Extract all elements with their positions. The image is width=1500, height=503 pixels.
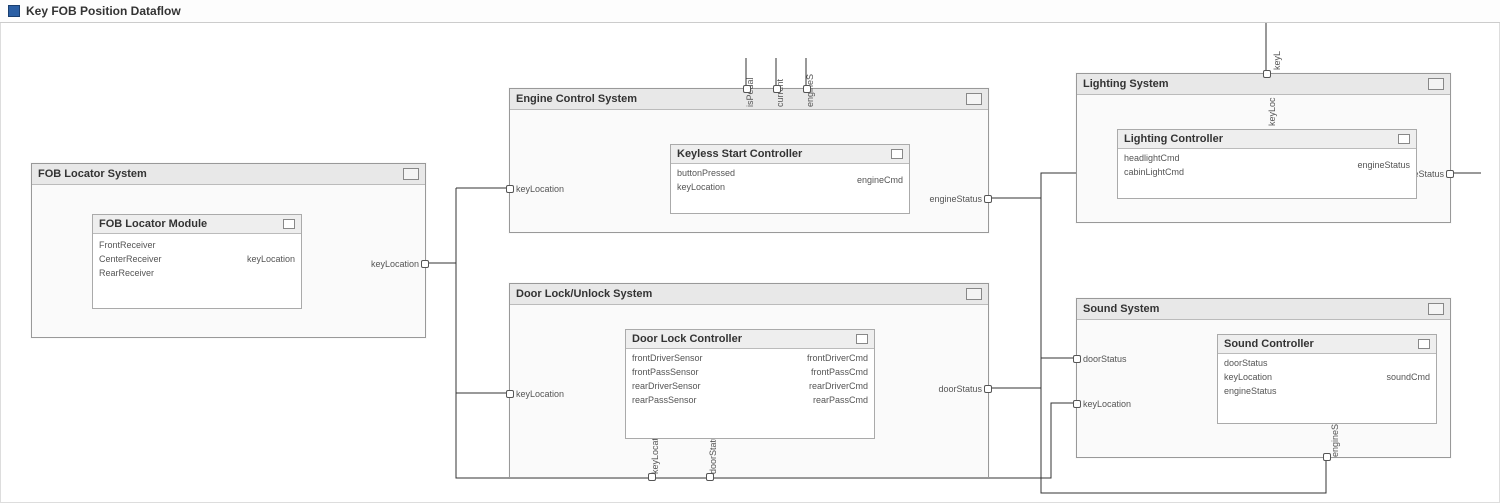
inner-header: Sound Controller [1218, 335, 1436, 354]
inner-title: Sound Controller [1224, 338, 1314, 350]
port-marker [773, 85, 781, 93]
port: buttonPressed [671, 166, 741, 180]
port: keyLocation [1083, 399, 1131, 409]
port: engineStatus [929, 194, 982, 204]
note-icon [283, 219, 295, 229]
inner-title: Door Lock Controller [632, 333, 742, 345]
title-bar: Key FOB Position Dataflow [0, 0, 1500, 23]
inner-title: Lighting Controller [1124, 133, 1223, 145]
block-header: Sound System [1077, 299, 1450, 320]
port: rearDriverCmd [801, 379, 874, 393]
fob-locator-system[interactable]: FOB Locator System FOB Locator Module Fr… [31, 163, 426, 338]
outputs-list: frontDriverCmd frontPassCmd rearDriverCm… [801, 351, 874, 407]
port-marker [1073, 400, 1081, 408]
diagram-icon [8, 5, 20, 17]
port-marker [648, 473, 656, 481]
inputs-list: doorStatus keyLocation engineStatus [1218, 356, 1283, 398]
sound-system[interactable]: Sound System doorStatus keyLocation engi… [1076, 298, 1451, 458]
note-icon [856, 334, 868, 344]
port-marker [803, 85, 811, 93]
inner-header: Lighting Controller [1118, 130, 1416, 149]
package-icon [966, 288, 982, 300]
port: cabinLightCmd [1118, 165, 1190, 179]
port: keyLocation [671, 180, 741, 194]
inputs-list: headlightCmd cabinLightCmd [1118, 151, 1190, 179]
diagram-title: Key FOB Position Dataflow [26, 4, 181, 18]
package-icon [966, 93, 982, 105]
outputs-list: soundCmd [1380, 370, 1436, 384]
lighting-controller[interactable]: Lighting Controller headlightCmd cabinLi… [1117, 129, 1417, 199]
port: frontPassSensor [626, 365, 709, 379]
port: keyLocation [516, 184, 564, 194]
keyless-start-controller[interactable]: Keyless Start Controller buttonPressed k… [670, 144, 910, 214]
port-marker [1073, 355, 1081, 363]
port-marker [1323, 453, 1331, 461]
port: frontPassCmd [801, 365, 874, 379]
port: rearPassSensor [626, 393, 709, 407]
port: doorStatus [1083, 354, 1127, 364]
block-header: Door Lock/Unlock System [510, 284, 988, 305]
port: rearDriverSensor [626, 379, 709, 393]
block-title: Door Lock/Unlock System [516, 288, 652, 300]
port-marker [743, 85, 751, 93]
port: engineStatus [1218, 384, 1283, 398]
port: frontDriverCmd [801, 351, 874, 365]
inner-header: Keyless Start Controller [671, 145, 909, 164]
port: keyLoc [1267, 97, 1277, 126]
port: CenterReceiver [93, 252, 168, 266]
inner-title: FOB Locator Module [99, 218, 207, 230]
note-icon [1398, 134, 1410, 144]
outputs-list: engineCmd [851, 173, 909, 187]
port: FrontReceiver [93, 238, 168, 252]
lighting-system[interactable]: Lighting System keyL keyLoc engineStatus… [1076, 73, 1451, 223]
diagram-canvas[interactable]: FOB Locator System FOB Locator Module Fr… [0, 23, 1500, 503]
sound-controller[interactable]: Sound Controller doorStatus keyLocation … [1217, 334, 1437, 424]
block-title: Sound System [1083, 303, 1159, 315]
system-output-port: keyLocation [371, 259, 419, 269]
port-marker [506, 185, 514, 193]
port: keyL [1272, 51, 1282, 70]
block-title: FOB Locator System [38, 168, 147, 180]
inner-title: Keyless Start Controller [677, 148, 802, 160]
port-marker [506, 390, 514, 398]
inputs-list: buttonPressed keyLocation [671, 166, 741, 194]
block-header: FOB Locator System [32, 164, 425, 185]
block-title: Engine Control System [516, 93, 637, 105]
port: RearReceiver [93, 266, 168, 280]
port: keyLocation [516, 389, 564, 399]
port: frontDriverSensor [626, 351, 709, 365]
inputs-list: frontDriverSensor frontPassSensor rearDr… [626, 351, 709, 407]
port: headlightCmd [1118, 151, 1190, 165]
port-marker [1446, 170, 1454, 178]
package-icon [1428, 78, 1444, 90]
inputs-list: FrontReceiver CenterReceiver RearReceive… [93, 238, 168, 280]
port: doorStatus [1218, 356, 1283, 370]
port: engineCmd [851, 173, 909, 187]
inner-header: FOB Locator Module [93, 215, 301, 234]
engine-control-system[interactable]: Engine Control System keyLocation engine… [509, 88, 989, 233]
port-marker [984, 385, 992, 393]
inner-header: Door Lock Controller [626, 330, 874, 349]
port: soundCmd [1380, 370, 1436, 384]
port-marker [421, 260, 429, 268]
door-lock-system[interactable]: Door Lock/Unlock System keyLocation door… [509, 283, 989, 478]
note-icon [1418, 339, 1430, 349]
port: rearPassCmd [801, 393, 874, 407]
door-lock-controller[interactable]: Door Lock Controller frontDriverSensor f… [625, 329, 875, 439]
package-icon [403, 168, 419, 180]
port: keyLocation [1218, 370, 1283, 384]
note-icon [891, 149, 903, 159]
port-marker [1263, 70, 1271, 78]
fob-locator-module[interactable]: FOB Locator Module FrontReceiver CenterR… [92, 214, 302, 309]
port-marker [706, 473, 714, 481]
outputs-list: engineStatus [1351, 158, 1416, 172]
port: keyLocation [241, 252, 301, 266]
block-title: Lighting System [1083, 78, 1169, 90]
package-icon [1428, 303, 1444, 315]
port: engineStatus [1351, 158, 1416, 172]
outputs-list: keyLocation [241, 252, 301, 266]
port: doorStatus [938, 384, 982, 394]
port-marker [984, 195, 992, 203]
